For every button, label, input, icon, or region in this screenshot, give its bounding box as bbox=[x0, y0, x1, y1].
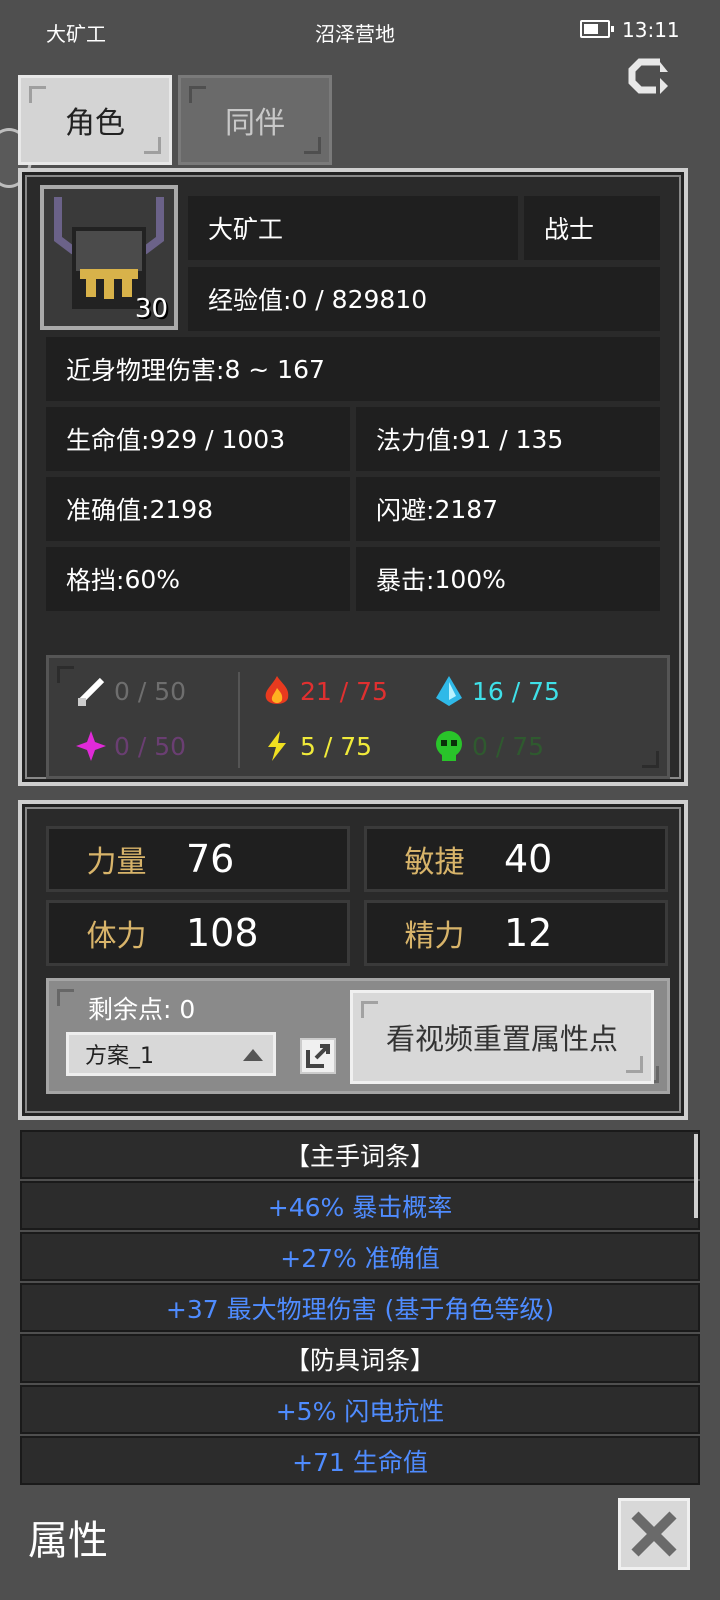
dodge-cell: 闪避: 2187 bbox=[356, 477, 660, 541]
resistance-divider bbox=[238, 672, 240, 768]
block-cell: 格挡: 60% bbox=[46, 547, 350, 611]
reset-attributes-label: 看视频重置属性点 bbox=[385, 1022, 618, 1056]
hp-label: 生命值: bbox=[66, 426, 150, 455]
attribute-strength-value: 76 bbox=[186, 837, 235, 881]
crit-label: 暴击: bbox=[376, 566, 435, 595]
chaos-resist: 0 / 50 bbox=[74, 729, 186, 763]
mp-value: 91 / 135 bbox=[459, 424, 564, 454]
hp-value: 929 / 1003 bbox=[149, 424, 286, 454]
ice-resist: 16 / 75 bbox=[432, 674, 560, 708]
mp-cell: 法力值: 91 / 135 bbox=[356, 407, 660, 471]
affix-list[interactable]: 【主手词条】 +46% 暴击概率 +27% 准确值 +37 最大物理伤害 (基于… bbox=[20, 1130, 700, 1486]
exp-value: 0 / 829810 bbox=[291, 284, 428, 314]
tab-companion-label: 同伴 bbox=[225, 106, 285, 141]
list-item: +46% 暴击概率 bbox=[20, 1181, 700, 1230]
chevron-up-icon bbox=[243, 1049, 263, 1061]
app-name: 大矿工 bbox=[46, 22, 106, 46]
ice-resist-icon bbox=[436, 676, 462, 706]
scheme-select-value: 方案_1 bbox=[85, 1044, 154, 1069]
hp-cell: 生命值: 929 / 1003 bbox=[46, 407, 350, 471]
physical-resist: 0 / 50 bbox=[74, 674, 186, 708]
dodge-label: 闪避: bbox=[376, 496, 435, 525]
mp-label: 法力值: bbox=[376, 426, 460, 455]
attribute-strength-name: 力量 bbox=[86, 845, 147, 880]
poison-resist-icon bbox=[436, 731, 462, 761]
ice-resist-value: 16 / 75 bbox=[472, 676, 560, 706]
remaining-points-label: 剩余点: bbox=[88, 995, 180, 1024]
scheme-select[interactable]: 方案_1 bbox=[66, 1032, 276, 1076]
block-label: 格挡: bbox=[66, 566, 125, 595]
character-name-cell: 大矿工 bbox=[188, 196, 518, 260]
attribute-agility-value: 40 bbox=[504, 837, 553, 881]
attribute-stamina-value: 108 bbox=[186, 911, 259, 955]
character-portrait: 30 bbox=[40, 185, 178, 330]
refresh-icon[interactable] bbox=[622, 50, 674, 102]
fire-resist-icon bbox=[265, 676, 289, 704]
character-class-cell: 战士 bbox=[524, 196, 660, 260]
fire-resist-value: 21 / 75 bbox=[300, 676, 388, 706]
character-name: 大矿工 bbox=[208, 215, 284, 244]
list-item: +37 最大物理伤害 (基于角色等级) bbox=[20, 1283, 700, 1332]
accuracy-cell: 准确值: 2198 bbox=[46, 477, 350, 541]
character-level: 30 bbox=[134, 294, 168, 324]
accuracy-value: 2198 bbox=[149, 494, 214, 524]
status-bar: 大矿工 沼泽营地 13:11 bbox=[0, 0, 720, 60]
battery-icon bbox=[580, 20, 614, 38]
lightning-resist-icon bbox=[268, 731, 286, 761]
reset-attributes-button[interactable]: 看视频重置属性点 bbox=[350, 990, 654, 1084]
attribute-energy: 精力 12 bbox=[364, 900, 668, 966]
melee-damage-label: 近身物理伤害: bbox=[66, 356, 225, 385]
poison-resist-value: 0 / 75 bbox=[472, 731, 545, 761]
tab-companion[interactable]: 同伴 bbox=[178, 75, 332, 165]
physical-resist-value: 0 / 50 bbox=[114, 676, 187, 706]
attribute-agility: 敏捷 40 bbox=[364, 826, 668, 892]
melee-damage-cell: 近身物理伤害: 8 ~ 167 bbox=[46, 337, 660, 401]
crit-value: 100% bbox=[434, 564, 506, 594]
affix-scrollbar[interactable] bbox=[694, 1134, 698, 1218]
affix-header: 【主手词条】 bbox=[20, 1130, 700, 1179]
attribute-stamina-name: 体力 bbox=[86, 919, 147, 954]
list-item: +5% 闪电抗性 bbox=[20, 1385, 700, 1434]
fire-resist: 21 / 75 bbox=[260, 674, 388, 708]
poison-resist: 0 / 75 bbox=[432, 729, 544, 763]
affix-header: 【防具词条】 bbox=[20, 1334, 700, 1383]
attribute-energy-name: 精力 bbox=[404, 919, 465, 954]
crit-cell: 暴击: 100% bbox=[356, 547, 660, 611]
attribute-strength: 力量 76 bbox=[46, 826, 350, 892]
page-title: 属性 bbox=[28, 1518, 108, 1564]
clock: 13:11 bbox=[622, 18, 680, 42]
location-name: 沼泽营地 bbox=[315, 22, 395, 46]
list-item: +27% 准确值 bbox=[20, 1232, 700, 1281]
tab-character[interactable]: 角色 bbox=[18, 75, 172, 165]
remaining-points: 剩余点: 0 bbox=[88, 990, 195, 1026]
close-icon bbox=[631, 1511, 677, 1557]
physical-resist-icon bbox=[77, 677, 105, 706]
attribute-energy-value: 12 bbox=[504, 911, 553, 955]
melee-damage-value: 8 ~ 167 bbox=[224, 354, 325, 384]
chaos-resist-icon bbox=[76, 731, 106, 761]
character-class: 战士 bbox=[544, 215, 595, 244]
close-button[interactable] bbox=[618, 1498, 690, 1570]
lightning-resist: 5 / 75 bbox=[260, 729, 372, 763]
list-item: +71 生命值 bbox=[20, 1436, 700, 1485]
exp-cell: 经验值: 0 / 829810 bbox=[188, 267, 660, 331]
dodge-value: 2187 bbox=[434, 494, 499, 524]
accuracy-label: 准确值: bbox=[66, 496, 150, 525]
attribute-agility-name: 敏捷 bbox=[404, 845, 465, 880]
attribute-stamina: 体力 108 bbox=[46, 900, 350, 966]
block-value: 60% bbox=[124, 564, 181, 594]
chaos-resist-value: 0 / 50 bbox=[114, 731, 187, 761]
tab-character-label: 角色 bbox=[65, 106, 125, 141]
lightning-resist-value: 5 / 75 bbox=[300, 731, 373, 761]
remaining-points-value: 0 bbox=[179, 995, 196, 1024]
exp-label: 经验值: bbox=[208, 286, 292, 315]
export-icon[interactable] bbox=[300, 1038, 336, 1074]
